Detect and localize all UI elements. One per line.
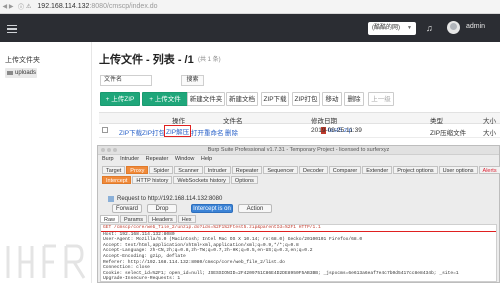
menu-repeater[interactable]: Repeater [146,156,169,162]
tab-project-options[interactable]: Project options [393,166,438,174]
hamburger-menu-icon[interactable] [7,25,17,34]
avatar[interactable] [447,21,460,34]
tab-decoder[interactable]: Decoder [298,166,328,174]
drop-button[interactable]: Drop [147,204,177,213]
tab-comparer[interactable]: Comparer [328,166,362,174]
tab-websockets-history[interactable]: WebSockets history [173,176,230,184]
record-count: (共 1 条) [198,57,221,63]
request-icon [108,196,114,202]
tab-proxy-options[interactable]: Options [230,176,258,184]
username[interactable]: admin [466,23,485,30]
message-view-tabs: Raw Params Headers Hex [100,215,197,223]
row-checkbox[interactable] [102,127,108,133]
header-line: Upgrade-Insecure-Requests: 1 [103,276,181,282]
tab-intercept[interactable]: Intercept [102,176,132,184]
lock-warning-icon: ⚠ [26,4,32,10]
row-rename-link[interactable]: 重命名 [204,127,224,137]
request-line: GET /cmscp/core/web_file_2/unzip.do?ids=… [101,225,496,232]
browser-address-bar: ◀ ▶ ⓘ ⚠ 192.168.114.132:8080/cmscp/index… [0,0,500,14]
row-type: ZIP压缩文件 [430,130,467,137]
search-button[interactable]: 搜索 [181,75,204,86]
tab-hex[interactable]: Hex [177,215,196,223]
zip-pack-button[interactable]: ZIP打包 [292,92,320,106]
watermark-logo-icon [6,244,86,279]
burp-suite-window: Burp Suite Professional v1.7.31 - Tempor… [97,145,500,283]
tab-target[interactable]: Target [102,166,126,174]
row-modified-date: 2019-09-25 11:39 [311,127,362,134]
site-select[interactable]: (酷酷的网) ▼ [368,22,416,35]
zip-download-button[interactable]: ZIP下载 [261,92,289,106]
filename-search-input[interactable]: 文件名 [100,75,152,86]
tab-repeater[interactable]: Repeater [231,166,263,174]
request-target: Request to http://192.168.114.132:8080 [108,196,222,202]
window-controls[interactable] [101,148,119,152]
folder-icon [7,71,13,75]
burp-title-bar: Burp Suite Professional v1.7.31 - Tempor… [98,146,499,155]
tab-alerts[interactable]: Alerts [478,166,500,174]
table-header: 操作 文件名 修改日期 类型 大小 [99,112,500,125]
menu-burp[interactable]: Burp [102,156,114,162]
forward-button[interactable]: Forward [112,204,142,213]
sidebar-item-uploads[interactable]: uploads [5,68,37,78]
bell-icon[interactable]: ♫ [426,23,435,33]
intercept-toggle-button[interactable]: Intercept is on [191,204,233,213]
move-button[interactable]: 移动 [322,92,342,106]
row-delete-link[interactable]: 删除 [225,127,238,137]
row-zip-extract-link[interactable]: ZIP解压 [164,125,192,137]
tab-params[interactable]: Params [120,215,147,223]
proxy-sub-tabs: Intercept HTTP history WebSockets histor… [102,176,259,184]
row-size: 大小 [483,130,496,137]
row-open-link[interactable]: 打开 [191,127,204,137]
back-forward-icon[interactable]: ◀ ▶ [0,3,16,10]
tab-proxy[interactable]: Proxy [126,166,149,174]
tab-http-history[interactable]: HTTP history [132,176,173,184]
tab-spider[interactable]: Spider [149,166,174,174]
menu-intruder[interactable]: Intruder [120,156,139,162]
parent-folder-button[interactable]: 上一级 [368,92,394,106]
delete-button[interactable]: 删除 [344,92,364,106]
tab-headers[interactable]: Headers [147,215,177,223]
new-folder-button[interactable]: 新建文件夹 [187,92,225,106]
chevron-down-icon: ▼ [407,25,412,31]
app-header: (酷酷的网) ▼ ♫ admin [0,14,500,42]
table-row: ZIP下载 ZIP打包 ZIP解压 打开 重命名 删除 test5.zip 20… [99,124,500,138]
row-zip-pack-link[interactable]: ZIP打包 [142,127,165,137]
tab-intruder[interactable]: Intruder [203,166,231,174]
burp-menu-bar: Burp Intruder Repeater Window Help [102,156,217,162]
page-title: 上传文件 - 列表 - /1 [99,54,194,66]
tab-user-options[interactable]: User options [438,166,478,174]
new-document-button[interactable]: 新建文档 [226,92,258,106]
burp-main-tabs: Target Proxy Spider Scanner Intruder Rep… [102,166,500,174]
menu-window[interactable]: Window [175,156,195,162]
upload-file-button[interactable]: + 上传文件 [142,92,188,106]
tab-sequencer[interactable]: Sequencer [263,166,298,174]
menu-help[interactable]: Help [201,156,212,162]
tab-extender[interactable]: Extender [362,166,393,174]
action-button[interactable]: Action [238,204,272,213]
sidebar-title: 上传文件夹 [5,57,40,64]
tab-raw[interactable]: Raw [100,215,120,223]
row-zip-download-link[interactable]: ZIP下载 [119,127,142,137]
upload-zip-button[interactable]: + 上传ZIP [100,92,140,106]
tab-scanner[interactable]: Scanner [174,166,203,174]
request-editor[interactable]: GET /cmscp/core/web_file_2/unzip.do?ids=… [100,224,497,282]
insecure-icon: ⓘ [18,5,25,11]
url-field[interactable]: 192.168.114.132:8080/cmscp/index.do [37,3,157,10]
